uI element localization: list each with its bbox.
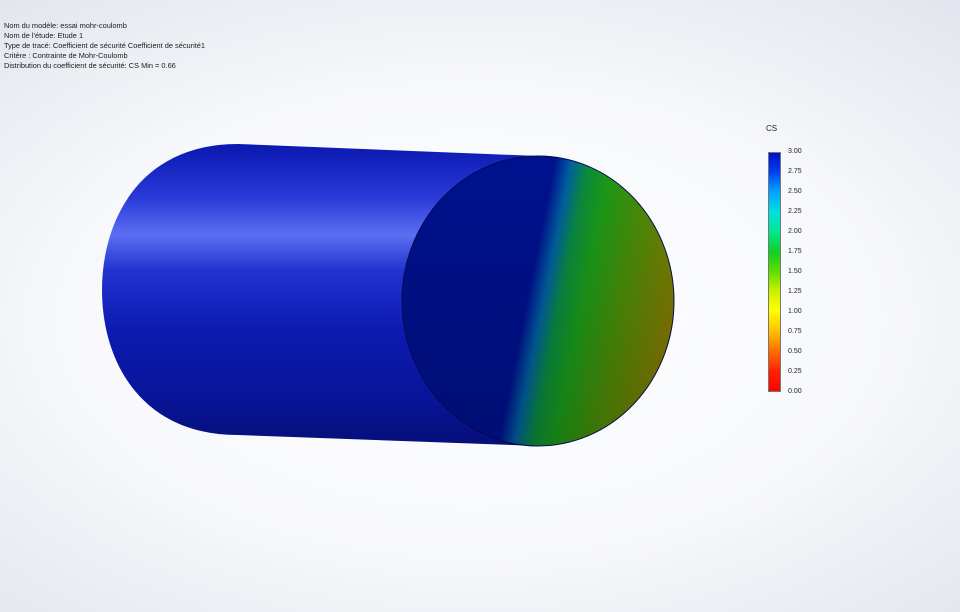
end-face-shading — [402, 156, 674, 446]
legend-tick-label: 0.50 — [788, 348, 802, 355]
legend-tick-label: 1.75 — [788, 248, 802, 255]
legend-tick-label: 0.75 — [788, 328, 802, 335]
color-legend: CS 3.00 2.75 2.50 2.25 2.00 1.75 1.50 1.25 1.00 0… — [760, 124, 820, 404]
legend-tick-label: 2.50 — [788, 188, 802, 195]
legend-color-bar — [768, 152, 781, 392]
legend-tick-label: 1.50 — [788, 268, 802, 275]
legend-tick-label: 0.00 — [788, 388, 802, 395]
legend-tick-label: 1.00 — [788, 308, 802, 315]
legend-tick-label: 2.25 — [788, 208, 802, 215]
legend-title: CS — [766, 124, 778, 133]
legend-tick-label: 2.00 — [788, 228, 802, 235]
legend-tick-label: 1.25 — [788, 288, 802, 295]
legend-tick-label: 2.75 — [788, 168, 802, 175]
legend-tick-label: 3.00 — [788, 148, 802, 155]
legend-tick-label: 0.25 — [788, 368, 802, 375]
